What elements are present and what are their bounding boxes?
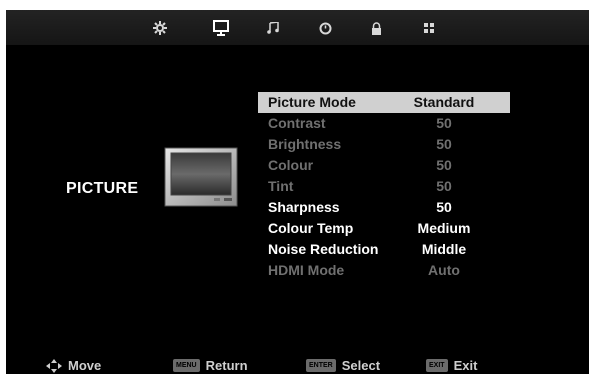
hint-return: MENU Return: [173, 358, 248, 373]
menu-value: 50: [436, 136, 452, 152]
enter-key-icon: ENTER: [306, 359, 336, 372]
menu-row-contrast: Contrast 50: [258, 113, 510, 134]
menu-value: 50: [436, 115, 452, 131]
menu-value: 50: [436, 178, 452, 194]
move-arrows-icon: [46, 358, 62, 373]
grid-icon[interactable]: [419, 18, 439, 38]
menu-tab-bar: [6, 10, 589, 45]
settings-icon[interactable]: [150, 18, 170, 38]
menu-label: HDMI Mode: [268, 262, 345, 278]
lock-icon[interactable]: [366, 18, 386, 38]
menu-key-icon: MENU: [173, 359, 200, 372]
hint-exit: EXIT Exit: [426, 358, 477, 373]
top-white-strip: [0, 0, 595, 10]
menu-label: Contrast: [268, 115, 326, 131]
menu-row-colour: Colour 50: [258, 155, 510, 176]
menu-label: Colour Temp: [268, 220, 354, 236]
hint-move: Move: [46, 358, 101, 373]
tv-picture-icon: [164, 147, 238, 209]
menu-value: Middle: [421, 241, 467, 257]
menu-row-hdmi-mode: HDMI Mode Auto: [258, 260, 510, 281]
menu-row-tint: Tint 50: [258, 176, 510, 197]
sound-icon[interactable]: [263, 18, 283, 38]
menu-label: Picture Mode: [268, 94, 356, 110]
exit-key-icon: EXIT: [426, 359, 448, 372]
hint-return-label: Return: [205, 358, 248, 373]
menu-row-brightness: Brightness 50: [258, 134, 510, 155]
menu-label: Brightness: [268, 136, 342, 152]
tv-osd-screen: PICTURE Picture Mode Standard Contrast 5…: [6, 10, 589, 374]
menu-value: 50: [436, 199, 452, 215]
menu-label: Colour: [268, 157, 314, 173]
menu-row-noise-reduction[interactable]: Noise Reduction Middle: [258, 239, 510, 260]
menu-label: Tint: [268, 178, 294, 194]
menu-value: Standard: [413, 94, 475, 110]
hint-exit-label: Exit: [453, 358, 478, 373]
menu-value: 50: [436, 157, 452, 173]
picture-icon[interactable]: [211, 18, 231, 38]
menu-value: Medium: [417, 220, 471, 236]
key-hint-bar: Move MENU Return ENTER Select EXIT Exit: [6, 356, 589, 374]
menu-label: Sharpness: [268, 199, 340, 215]
hint-move-label: Move: [68, 358, 102, 373]
menu-row-sharpness[interactable]: Sharpness 50: [258, 197, 510, 218]
menu-label: Noise Reduction: [268, 241, 379, 257]
time-icon[interactable]: [315, 18, 335, 38]
menu-value: Auto: [428, 262, 460, 278]
menu-row-colour-temp[interactable]: Colour Temp Medium: [258, 218, 510, 239]
menu-row-picture-mode[interactable]: Picture Mode Standard: [258, 92, 510, 113]
section-title: PICTURE: [66, 180, 139, 197]
hint-select-label: Select: [341, 358, 381, 373]
picture-menu: Picture Mode Standard Contrast 50 Bright…: [258, 92, 510, 281]
hint-select: ENTER Select: [306, 358, 380, 373]
